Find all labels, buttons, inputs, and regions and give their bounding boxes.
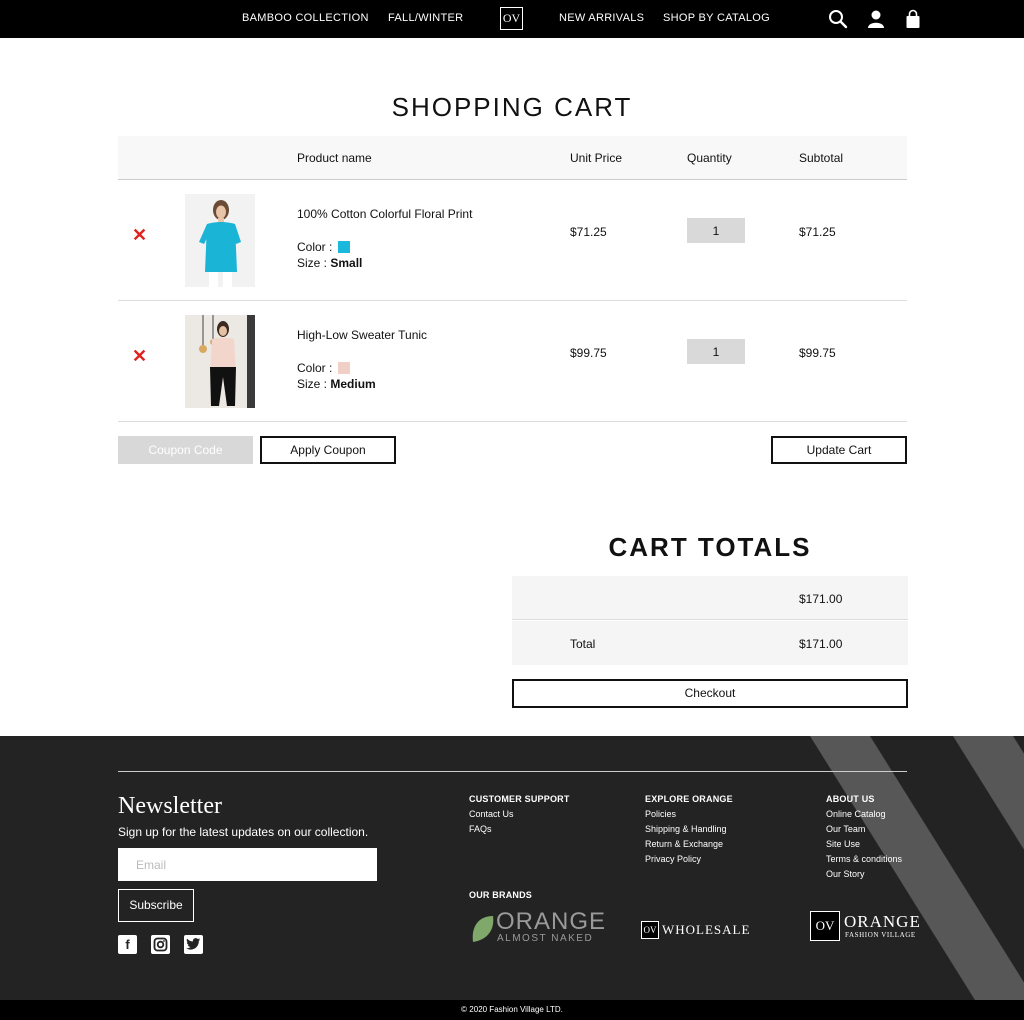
- top-nav: BAMBOO COLLECTION FALL/WINTER OV NEW ARR…: [0, 0, 1024, 38]
- footer-link-our-team[interactable]: Our Team: [826, 824, 865, 834]
- email-input[interactable]: [118, 848, 377, 881]
- brand-name: ORANGE: [496, 908, 607, 935]
- footer-link-contact-us[interactable]: Contact Us: [469, 809, 514, 819]
- color-swatch: [338, 241, 351, 253]
- size-label: Size :: [297, 377, 328, 391]
- update-cart-button[interactable]: Update Cart: [771, 436, 907, 464]
- size-value: Medium: [330, 377, 376, 391]
- totals-subtotal-value: $171.00: [799, 592, 843, 606]
- footer-link-online-catalog[interactable]: Online Catalog: [826, 809, 886, 819]
- unit-price: $71.25: [570, 225, 607, 239]
- header-quantity: Quantity: [687, 151, 732, 165]
- checkout-button[interactable]: Checkout: [512, 679, 908, 708]
- footer-link-faqs[interactable]: FAQs: [469, 824, 492, 834]
- quantity-input[interactable]: [687, 339, 745, 364]
- color-swatch: [338, 362, 351, 374]
- brand-mark: OV: [810, 911, 840, 941]
- coupon-code-input[interactable]: [118, 436, 253, 464]
- product-color: Color :: [297, 240, 351, 254]
- footer-link-our-story[interactable]: Our Story: [826, 869, 865, 879]
- nav-fall-winter[interactable]: FALL/WINTER: [388, 12, 463, 24]
- footer-link-policies[interactable]: Policies: [645, 809, 676, 819]
- product-image[interactable]: [185, 194, 255, 287]
- subscribe-button[interactable]: Subscribe: [118, 889, 194, 922]
- unit-price: $99.75: [570, 346, 607, 360]
- total-label: Total: [570, 637, 596, 651]
- newsletter-text: Sign up for the latest updates on our co…: [118, 825, 369, 839]
- twitter-icon[interactable]: [184, 935, 203, 954]
- footer-link-shipping[interactable]: Shipping & Handling: [645, 824, 727, 834]
- brand-mark: OV: [641, 921, 659, 939]
- user-icon[interactable]: [866, 9, 886, 29]
- product-size: Size : Small: [297, 256, 362, 270]
- nav-shop-by-catalog[interactable]: SHOP BY CATALOG: [663, 12, 770, 24]
- shopping-bag-icon[interactable]: [903, 9, 923, 29]
- product-name[interactable]: High-Low Sweater Tunic: [297, 328, 427, 342]
- apply-coupon-button[interactable]: Apply Coupon: [260, 436, 396, 464]
- row-subtotal: $99.75: [799, 346, 836, 360]
- size-label: Size :: [297, 256, 328, 270]
- footer-divider: [118, 771, 907, 772]
- size-value: Small: [330, 256, 363, 270]
- footer-link-privacy[interactable]: Privacy Policy: [645, 854, 701, 864]
- product-name[interactable]: 100% Cotton Colorful Floral Print: [297, 207, 472, 221]
- footer-link-return[interactable]: Return & Exchange: [645, 839, 723, 849]
- brand-sub: ALMOST NAKED: [497, 933, 594, 944]
- product-color: Color :: [297, 361, 351, 375]
- our-brands-heading: OUR BRANDS: [469, 890, 533, 900]
- color-label: Color :: [297, 240, 333, 254]
- brand-name: WHOLESALE: [662, 922, 751, 937]
- cart-row: ✕ High-Low Sweater Tunic Color : Size : …: [118, 301, 907, 422]
- page-title: SHOPPING CART: [391, 92, 633, 122]
- facebook-icon[interactable]: f: [118, 935, 137, 954]
- remove-item-icon[interactable]: ✕: [132, 347, 147, 365]
- cart-totals-title: CART TOTALS: [608, 532, 812, 562]
- cart-table-header: Product name Unit Price Quantity Subtota…: [118, 136, 907, 180]
- brand-orange-almost-naked[interactable]: ORANGE ALMOST NAKED: [469, 908, 609, 946]
- brand-sub: FASHION VILLAGE: [845, 931, 916, 939]
- nav-new-arrivals[interactable]: NEW ARRIVALS: [559, 12, 644, 24]
- brand-wholesale[interactable]: OV WHOLESALE: [641, 921, 751, 941]
- copyright: © 2020 Fashion Village LTD.: [0, 1000, 1024, 1020]
- totals-total-row: Total $171.00: [512, 621, 908, 665]
- remove-item-icon[interactable]: ✕: [132, 226, 147, 244]
- quantity-input[interactable]: [687, 218, 745, 243]
- brand-name: ORANGE: [844, 912, 921, 931]
- search-icon[interactable]: [828, 9, 848, 29]
- header-product-name: Product name: [297, 151, 372, 165]
- product-size: Size : Medium: [297, 377, 376, 391]
- nav-bamboo-collection[interactable]: BAMBOO COLLECTION: [242, 12, 369, 24]
- total-value: $171.00: [799, 637, 843, 651]
- footer: Newsletter Sign up for the latest update…: [0, 736, 1024, 1000]
- newsletter-title: Newsletter: [118, 793, 222, 819]
- header-subtotal: Subtotal: [799, 151, 844, 165]
- about-us-heading: ABOUT US: [826, 794, 875, 804]
- header-unit-price: Unit Price: [570, 151, 623, 165]
- footer-link-terms[interactable]: Terms & conditions: [826, 854, 902, 864]
- product-image[interactable]: [185, 315, 255, 408]
- totals-subtotal-row: $171.00: [512, 576, 908, 620]
- leaf-icon: [472, 916, 494, 942]
- explore-orange-heading: EXPLORE ORANGE: [645, 794, 733, 804]
- brand-orange-fashion-village[interactable]: OV ORANGE FASHION VILLAGE: [810, 911, 920, 943]
- instagram-icon[interactable]: [151, 935, 170, 954]
- footer-link-site-use[interactable]: Site Use: [826, 839, 860, 849]
- cart-row: ✕ 100% Cotton Colorful Floral Print Colo…: [118, 180, 907, 301]
- color-label: Color :: [297, 361, 333, 375]
- nav-logo[interactable]: OV: [500, 7, 523, 30]
- row-subtotal: $71.25: [799, 225, 836, 239]
- customer-support-heading: CUSTOMER SUPPORT: [469, 794, 570, 804]
